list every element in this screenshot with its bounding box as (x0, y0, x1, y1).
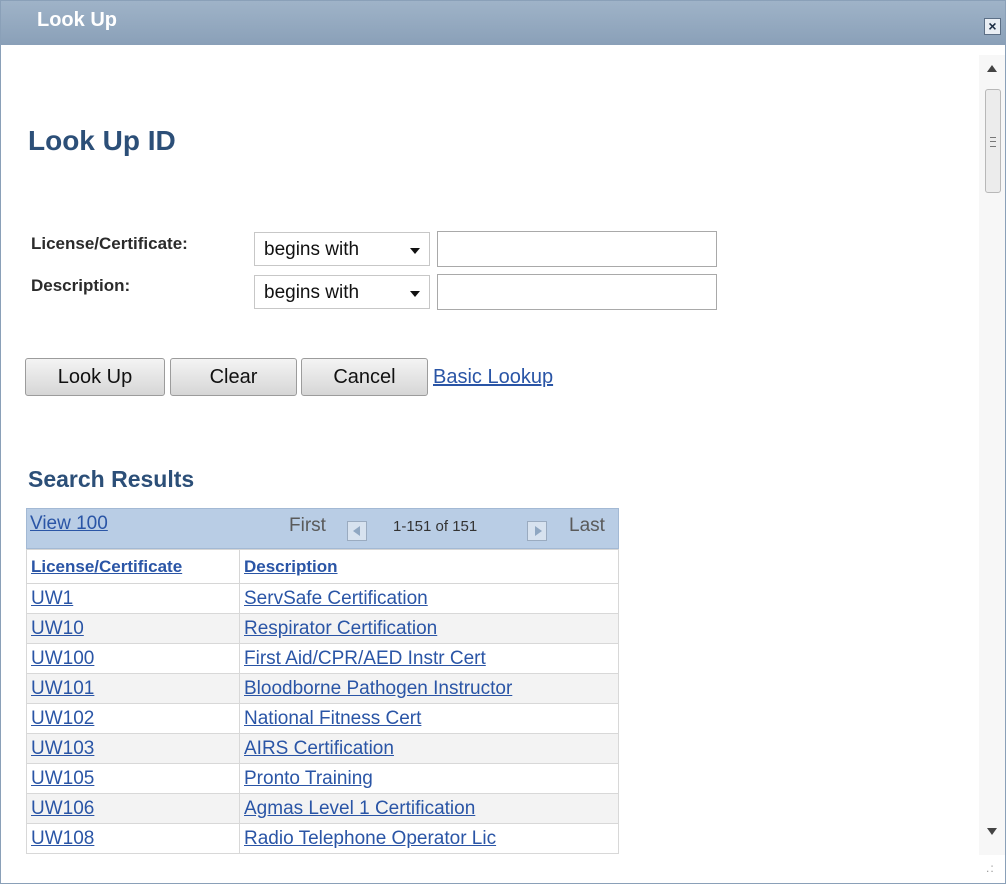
vertical-scrollbar[interactable] (979, 55, 1005, 855)
license-id-link[interactable]: UW100 (31, 648, 94, 669)
scrollbar-thumb[interactable] (985, 89, 1001, 193)
search-results-title: Search Results (28, 466, 195, 492)
description-cell: Agmas Level 1 Certification (239, 793, 619, 824)
license-cell: UW1 (26, 583, 240, 614)
license-id-link[interactable]: UW103 (31, 738, 94, 759)
license-cell: UW105 (26, 763, 240, 794)
description-operator-select[interactable]: begins with (254, 275, 430, 309)
table-row: UW10 Respirator Certification (26, 613, 619, 644)
license-cell: UW106 (26, 793, 240, 824)
description-cell: National Fitness Cert (239, 703, 619, 734)
lookup-dialog: Look Up × .: Look Up ID License/Certific… (0, 0, 1006, 884)
description-link[interactable]: Respirator Certification (244, 618, 437, 639)
page-count: 1-151 of 151 (393, 518, 478, 535)
cancel-button[interactable]: Cancel (301, 358, 428, 396)
description-operator-value: begins with (264, 282, 360, 303)
clear-button[interactable]: Clear (170, 358, 297, 396)
table-row: UW106 Agmas Level 1 Certification (26, 793, 619, 824)
chevron-up-icon[interactable] (987, 65, 997, 72)
description-cell: Respirator Certification (239, 613, 619, 644)
view-100-link[interactable]: View 100 (30, 513, 108, 535)
caret-down-icon (410, 248, 420, 254)
license-id-link[interactable]: UW108 (31, 828, 94, 849)
caret-down-icon (410, 291, 420, 297)
prev-page-icon[interactable] (347, 521, 367, 541)
resize-grip-icon[interactable]: .: (986, 861, 995, 875)
table-row: UW1 ServSafe Certification (26, 583, 619, 614)
table-row: UW105 Pronto Training (26, 763, 619, 794)
description-link[interactable]: AIRS Certification (244, 738, 394, 759)
license-operator-select[interactable]: begins with (254, 232, 430, 266)
license-id-link[interactable]: UW101 (31, 678, 94, 699)
sort-description-link[interactable]: Description (244, 557, 338, 576)
look-up-button[interactable]: Look Up (25, 358, 165, 396)
description-link[interactable]: National Fitness Cert (244, 708, 421, 729)
description-link[interactable]: First Aid/CPR/AED Instr Cert (244, 648, 486, 669)
table-row: UW101 Bloodborne Pathogen Instructor (26, 673, 619, 704)
description-link[interactable]: Radio Telephone Operator Lic (244, 828, 496, 849)
column-header-license[interactable]: License/Certificate (26, 549, 240, 584)
description-link[interactable]: Agmas Level 1 Certification (244, 798, 475, 819)
license-operator-value: begins with (264, 239, 360, 260)
license-cell: UW100 (26, 643, 240, 674)
results-header-row: License/Certificate Description (26, 549, 619, 584)
license-id-link[interactable]: UW106 (31, 798, 94, 819)
license-cell: UW102 (26, 703, 240, 734)
license-cell: UW10 (26, 613, 240, 644)
basic-lookup-link[interactable]: Basic Lookup (433, 366, 553, 389)
license-id-link[interactable]: UW10 (31, 618, 84, 639)
description-link[interactable]: Bloodborne Pathogen Instructor (244, 678, 512, 699)
description-link[interactable]: ServSafe Certification (244, 588, 428, 609)
results-table: License/Certificate Description UW1 Serv… (26, 549, 619, 854)
description-input[interactable] (437, 274, 717, 310)
right-arrow-icon (535, 526, 542, 536)
description-cell: First Aid/CPR/AED Instr Cert (239, 643, 619, 674)
left-arrow-icon (353, 526, 360, 536)
description-cell: ServSafe Certification (239, 583, 619, 614)
next-page-icon[interactable] (527, 521, 547, 541)
license-cell: UW108 (26, 823, 240, 854)
license-cell: UW103 (26, 733, 240, 764)
license-cell: UW101 (26, 673, 240, 704)
dialog-title: Look Up (37, 9, 117, 31)
results-navigation-bar: View 100 First 1-151 of 151 Last (26, 508, 619, 549)
description-cell: Radio Telephone Operator Lic (239, 823, 619, 854)
sort-license-link[interactable]: License/Certificate (31, 557, 182, 576)
table-row: UW108 Radio Telephone Operator Lic (26, 823, 619, 854)
license-id-link[interactable]: UW102 (31, 708, 94, 729)
description-link[interactable]: Pronto Training (244, 768, 373, 789)
title-bar[interactable]: Look Up × (1, 1, 1005, 45)
license-certificate-input[interactable] (437, 231, 717, 267)
first-label: First (289, 515, 326, 536)
description-label: Description: (31, 276, 131, 295)
last-label: Last (569, 515, 605, 536)
column-header-description[interactable]: Description (239, 549, 619, 584)
table-row: UW102 National Fitness Cert (26, 703, 619, 734)
license-id-link[interactable]: UW105 (31, 768, 94, 789)
grip-icon (990, 137, 996, 147)
chevron-down-icon[interactable] (987, 828, 997, 835)
description-cell: Bloodborne Pathogen Instructor (239, 673, 619, 704)
table-row: UW100 First Aid/CPR/AED Instr Cert (26, 643, 619, 674)
table-row: UW103 AIRS Certification (26, 733, 619, 764)
description-cell: Pronto Training (239, 763, 619, 794)
license-certificate-label: License/Certificate: (31, 234, 188, 253)
description-cell: AIRS Certification (239, 733, 619, 764)
page-title: Look Up ID (28, 125, 176, 156)
license-id-link[interactable]: UW1 (31, 588, 73, 609)
close-icon[interactable]: × (984, 18, 1001, 35)
